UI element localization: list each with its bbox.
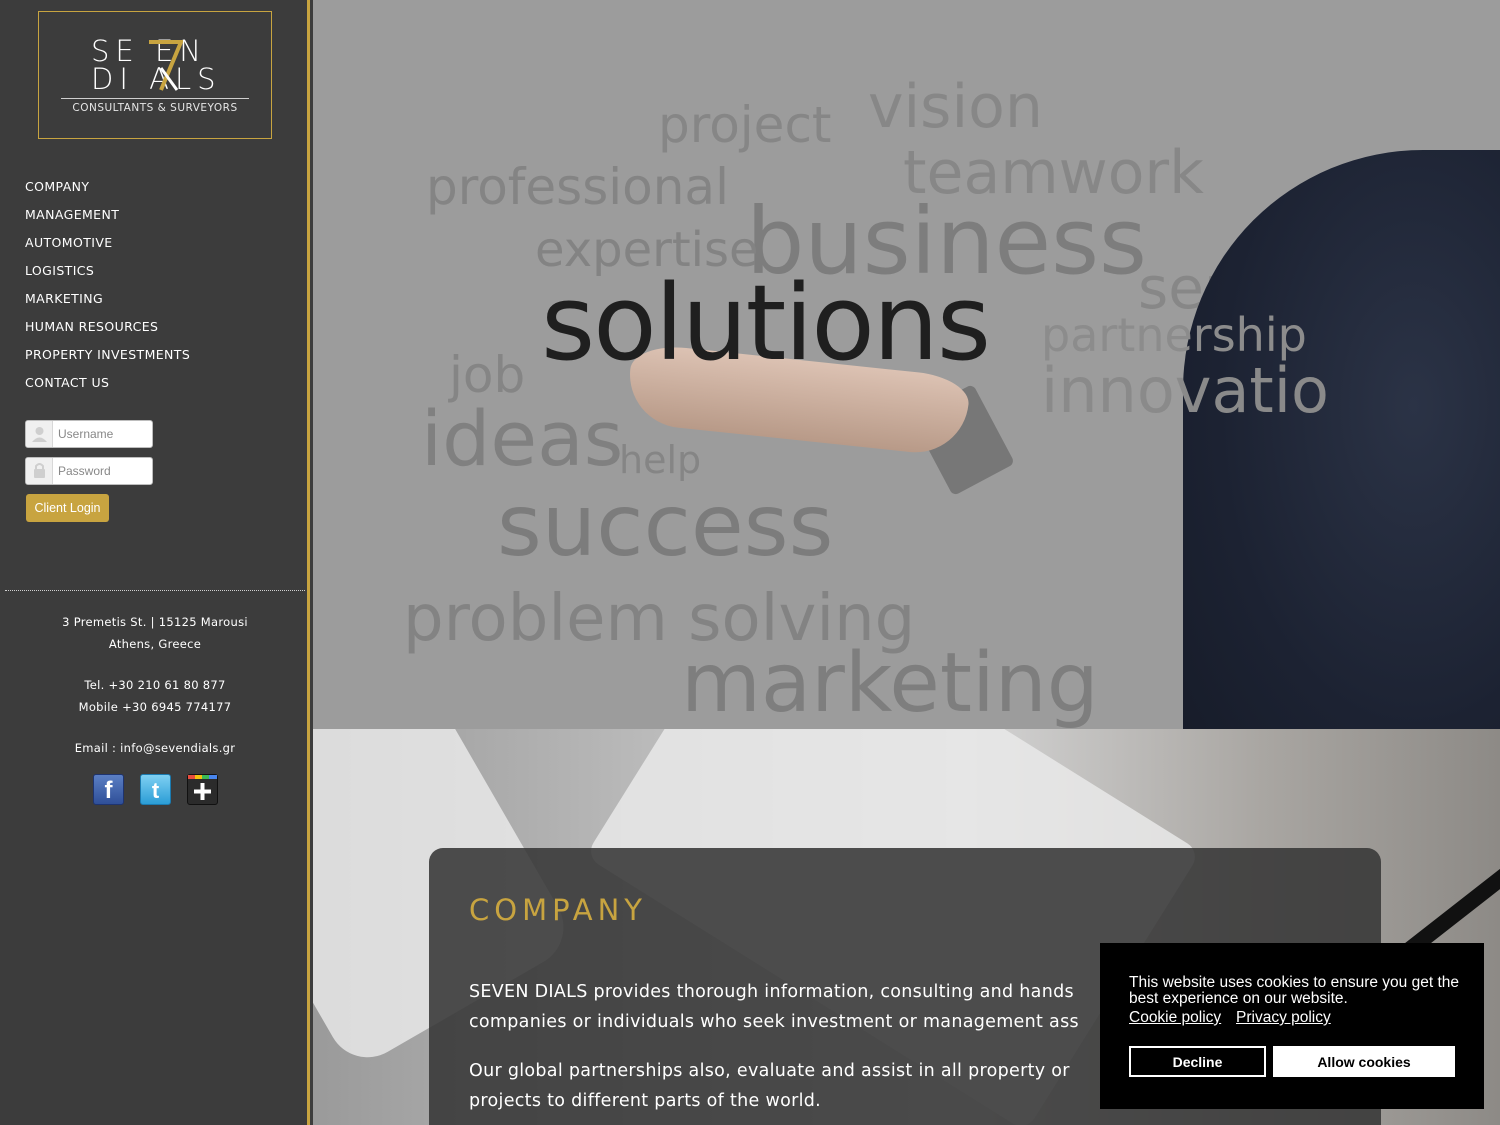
nav-item-management: MANAGEMENT <box>25 204 190 232</box>
client-login-button[interactable]: Client Login <box>26 494 109 522</box>
hero-banner: vision project teamwork professional bus… <box>313 0 1500 729</box>
logo-divider <box>61 98 249 99</box>
company-paragraph-2-line-2: projects to different parts of the world… <box>469 1091 822 1111</box>
company-paragraph-1-line-2: companies or individuals who seek invest… <box>469 1012 1079 1032</box>
cookie-message: This website uses cookies to ensure you … <box>1129 974 1459 1007</box>
logo-subtitle: CONSULTANTS & SURVEYORS <box>72 102 238 114</box>
nav-link-company[interactable]: COMPANY <box>25 179 89 194</box>
facebook-icon[interactable]: f <box>93 774 124 805</box>
nav-item-marketing: MARKETING <box>25 288 190 316</box>
company-paragraph-1-line-1: SEVEN DIALS provides thorough informatio… <box>469 982 1074 1002</box>
cookie-banner: This website uses cookies to ensure you … <box>1100 943 1484 1109</box>
username-input[interactable] <box>54 421 152 447</box>
nav-link-logistics[interactable]: LOGISTICS <box>25 263 94 278</box>
site-logo[interactable]: SE EN DI ALS CONSULTANTS & SURVEYORS <box>38 11 272 139</box>
hero-word-professional: professional <box>426 158 729 216</box>
mobile-phone: Mobile +30 6945 774177 <box>78 700 232 714</box>
sidebar-divider <box>5 590 305 591</box>
cookie-policy-link[interactable]: Cookie policy <box>1129 1009 1221 1027</box>
google-plus-icon[interactable] <box>187 774 218 805</box>
nav-item-property-investments: PROPERTY INVESTMENTS <box>25 344 190 372</box>
nav-item-logistics: LOGISTICS <box>25 260 190 288</box>
nav-link-marketing[interactable]: MARKETING <box>25 291 103 306</box>
nav-link-contact-us[interactable]: CONTACT US <box>25 375 109 390</box>
email[interactable]: Email : info@sevendials.gr <box>0 741 310 755</box>
user-icon <box>26 421 53 447</box>
nav-link-human-resources[interactable]: HUMAN RESOURCES <box>25 319 158 334</box>
hero-word-ideas: ideas <box>421 394 624 483</box>
hero-word-solutions: solutions <box>541 262 991 384</box>
address-line-1: 3 Premetis St. | 15125 Marousi <box>62 615 248 629</box>
company-heading: COMPANY <box>469 893 647 927</box>
privacy-policy-link[interactable]: Privacy policy <box>1236 1009 1331 1027</box>
nav-item-company: COMPANY <box>25 176 190 204</box>
nav-link-management[interactable]: MANAGEMENT <box>25 207 119 222</box>
logo-seven-mark-icon <box>149 40 183 91</box>
main-nav: COMPANY MANAGEMENT AUTOMOTIVE LOGISTICS … <box>25 176 190 400</box>
decline-cookies-button[interactable]: Decline <box>1129 1046 1266 1077</box>
password-field <box>25 457 153 485</box>
hero-word-vision: vision <box>868 72 1043 142</box>
username-field <box>25 420 153 448</box>
hero-word-project: project <box>658 96 832 154</box>
nav-item-human-resources: HUMAN RESOURCES <box>25 316 190 344</box>
hero-word-marketing: marketing <box>681 636 1099 729</box>
telephone: Tel. +30 210 61 80 877 <box>84 678 226 692</box>
hero-suit-arm <box>1183 150 1500 729</box>
address-line-2: Athens, Greece <box>108 637 202 651</box>
twitter-icon[interactable]: t <box>140 774 171 805</box>
sidebar: SE EN DI ALS CONSULTANTS & SURVEYORS COM… <box>0 0 310 1125</box>
nav-item-automotive: AUTOMOTIVE <box>25 232 190 260</box>
company-paragraph-2-line-1: Our global partnerships also, evaluate a… <box>469 1061 1070 1081</box>
lock-icon <box>26 458 53 484</box>
allow-cookies-button[interactable]: Allow cookies <box>1273 1046 1455 1077</box>
nav-link-automotive[interactable]: AUTOMOTIVE <box>25 235 113 250</box>
hero-word-success: success <box>497 476 834 576</box>
nav-link-property-investments[interactable]: PROPERTY INVESTMENTS <box>25 347 190 362</box>
nav-item-contact-us: CONTACT US <box>25 372 190 400</box>
password-input[interactable] <box>54 458 152 484</box>
hero-word-innovation: innovatio <box>1041 354 1329 427</box>
